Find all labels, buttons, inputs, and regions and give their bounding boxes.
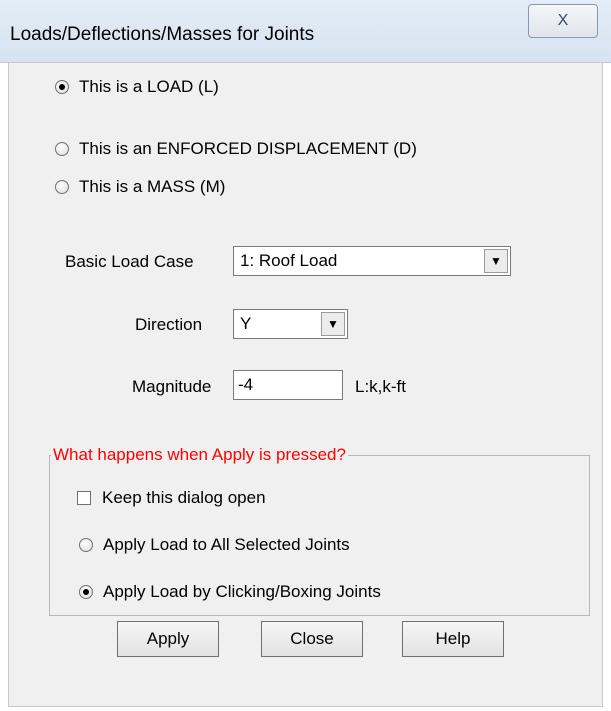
load-case-value: 1: Roof Load (240, 251, 338, 270)
radio-load-label: This is a LOAD (L) (79, 77, 219, 96)
load-case-label: Basic Load Case (65, 252, 194, 271)
radio-apply-all-selected-label: Apply Load to All Selected Joints (103, 535, 350, 554)
direction-label: Direction (135, 315, 203, 334)
magnitude-units: L:k,k-ft (355, 377, 407, 396)
dialog-body: This is a LOAD (L) This is an ENFORCED D… (8, 62, 603, 707)
radio-apply-by-clicking-label: Apply Load by Clicking/Boxing Joints (103, 582, 381, 601)
radio-enforced-displacement-label: This is an ENFORCED DISPLACEMENT (D) (79, 139, 417, 158)
close-button[interactable]: Close (261, 621, 363, 657)
apply-button[interactable]: Apply (117, 621, 219, 657)
radio-apply-all-selected-indicator[interactable] (79, 538, 93, 552)
title-bar: Loads/Deflections/Masses for Joints X (0, 0, 611, 63)
radio-enforced-displacement-indicator[interactable] (55, 142, 69, 156)
apply-behavior-group: What happens when Apply is pressed? Keep… (49, 445, 590, 616)
radio-load[interactable]: This is a LOAD (L) (55, 77, 219, 97)
chevron-down-icon[interactable]: ▼ (484, 249, 508, 273)
dialog-title: Loads/Deflections/Masses for Joints (10, 24, 315, 45)
radio-apply-by-clicking[interactable]: Apply Load by Clicking/Boxing Joints (79, 582, 381, 602)
radio-apply-by-clicking-indicator[interactable] (79, 585, 93, 599)
direction-dropdown[interactable]: Y ▼ (233, 309, 348, 339)
load-case-dropdown[interactable]: 1: Roof Load ▼ (233, 246, 511, 276)
radio-mass-label: This is a MASS (M) (79, 177, 226, 196)
dialog-window: Loads/Deflections/Masses for Joints X Th… (0, 0, 611, 711)
apply-behavior-legend: What happens when Apply is pressed? (51, 445, 348, 465)
magnitude-label: Magnitude (132, 377, 212, 396)
chevron-down-icon[interactable]: ▼ (321, 312, 345, 336)
radio-apply-all-selected[interactable]: Apply Load to All Selected Joints (79, 535, 350, 555)
radio-enforced-displacement[interactable]: This is an ENFORCED DISPLACEMENT (D) (55, 139, 417, 159)
radio-load-indicator[interactable] (55, 80, 69, 94)
keep-dialog-open-box[interactable] (77, 491, 91, 505)
radio-mass[interactable]: This is a MASS (M) (55, 177, 225, 197)
keep-dialog-open-checkbox[interactable]: Keep this dialog open (77, 488, 266, 508)
keep-dialog-open-label: Keep this dialog open (102, 488, 266, 507)
help-button[interactable]: Help (402, 621, 504, 657)
radio-mass-indicator[interactable] (55, 180, 69, 194)
close-window-button[interactable]: X (528, 4, 598, 38)
magnitude-input[interactable]: -4 (233, 370, 343, 400)
close-icon: X (557, 12, 569, 29)
direction-value: Y (240, 314, 252, 333)
